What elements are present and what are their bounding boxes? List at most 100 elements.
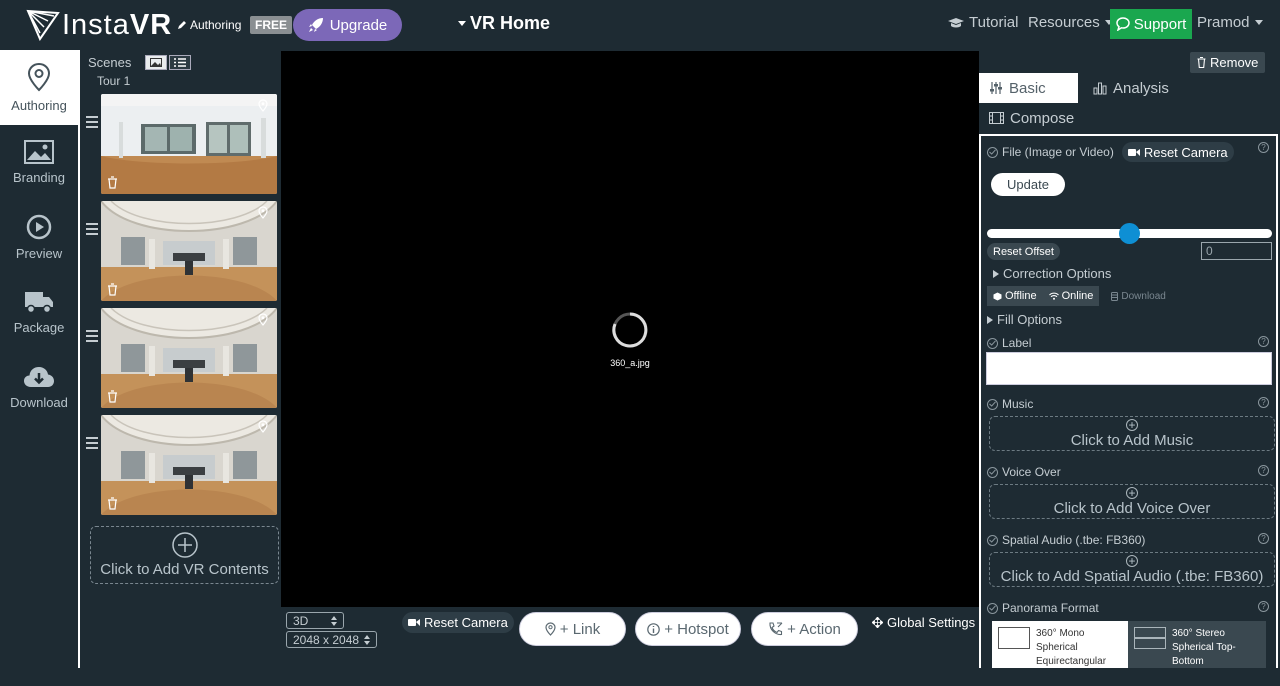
help-icon[interactable]: ? xyxy=(1258,601,1269,612)
info-circle-icon xyxy=(647,622,660,636)
drag-handle-icon[interactable] xyxy=(86,116,98,131)
trash-icon[interactable] xyxy=(107,283,118,296)
bar-chart-icon xyxy=(1093,82,1107,94)
sidebar-item-branding[interactable]: Branding xyxy=(0,125,78,200)
tab-compose[interactable]: Compose xyxy=(979,103,1084,133)
add-link-label: + Link xyxy=(559,620,601,638)
list-icon xyxy=(174,58,187,67)
help-icon[interactable]: ? xyxy=(1258,397,1269,408)
fill-options-toggle[interactable]: Fill Options xyxy=(987,312,1062,327)
tab-basic[interactable]: Basic xyxy=(979,73,1078,103)
scene-thumbnail[interactable] xyxy=(101,308,277,408)
help-icon[interactable]: ? xyxy=(1258,336,1269,347)
upgrade-button[interactable]: Upgrade xyxy=(293,9,402,41)
drag-handle-icon[interactable] xyxy=(86,330,98,345)
drag-handle-icon[interactable] xyxy=(86,437,98,452)
remove-scene-button[interactable]: Remove xyxy=(1190,52,1266,73)
sidebar-item-package[interactable]: Package xyxy=(0,275,78,350)
resources-dropdown[interactable]: Resources xyxy=(1028,14,1113,31)
thumbnail-view-button[interactable] xyxy=(145,55,168,70)
drag-handle-icon[interactable] xyxy=(86,223,98,238)
plus-circle-icon xyxy=(171,532,198,558)
panel-reset-camera-button[interactable]: Reset Camera xyxy=(1121,142,1234,162)
offline-button[interactable]: Offline xyxy=(987,286,1043,306)
resolution-select[interactable]: 2048 x 2048 xyxy=(286,631,377,648)
add-spatial-audio-dropzone[interactable]: + Click to Add Spatial Audio (.tbe: FB36… xyxy=(989,552,1275,587)
offset-input[interactable]: 0 xyxy=(1201,242,1272,260)
add-link-button[interactable]: + Link xyxy=(519,612,626,646)
plus-circle-icon: + xyxy=(1126,554,1138,567)
project-title-dropdown[interactable]: VR Home xyxy=(458,13,550,34)
project-title: VR Home xyxy=(470,13,551,33)
online-button[interactable]: Online xyxy=(1042,286,1100,306)
support-label: Support xyxy=(1133,15,1187,33)
sidebar-item-preview[interactable]: Preview xyxy=(0,200,78,275)
offset-slider[interactable] xyxy=(987,223,1272,244)
update-button[interactable]: Update xyxy=(991,173,1065,196)
scene-thumbnail[interactable] xyxy=(101,415,277,515)
spatial-audio-row: Spatial Audio (.tbe: FB360) xyxy=(987,533,1145,547)
image-icon xyxy=(24,140,54,164)
global-settings-button[interactable]: Global Settings xyxy=(872,615,975,630)
loading-spinner-icon xyxy=(612,312,648,348)
format-option-mono[interactable]: 360° Mono Spherical Equirectangular xyxy=(992,621,1128,668)
trash-icon[interactable] xyxy=(107,390,118,403)
vr-viewer[interactable]: 360_a.jpg xyxy=(281,51,979,607)
panel-reset-camera-label: Reset Camera xyxy=(1143,144,1228,160)
label-row: Label xyxy=(987,336,1031,350)
video-camera-icon xyxy=(1127,148,1140,156)
user-menu[interactable]: Pramod xyxy=(1197,14,1263,31)
caret-down-icon xyxy=(1254,20,1263,25)
add-voice-over-dropzone[interactable]: + Click to Add Voice Over xyxy=(989,484,1275,519)
check-circle-icon xyxy=(987,534,998,546)
help-icon[interactable]: ? xyxy=(1258,533,1269,544)
global-settings-label: Global Settings xyxy=(887,615,976,630)
help-icon[interactable]: ? xyxy=(1258,465,1269,476)
list-view-button[interactable] xyxy=(169,55,192,70)
move-arrows-icon xyxy=(872,617,883,628)
sidebar-item-download[interactable]: Download xyxy=(0,350,78,425)
sidebar-item-label: Branding xyxy=(12,170,66,185)
reset-offset-button[interactable]: Reset Offset xyxy=(987,243,1060,260)
file-row: File (Image or Video) Reset Camera xyxy=(987,142,1234,162)
add-vr-contents-button[interactable]: Click to Add VR Contents xyxy=(90,526,279,584)
check-circle-icon xyxy=(987,337,998,349)
sidebar-item-authoring[interactable]: Authoring xyxy=(0,50,78,125)
basic-settings-body: File (Image or Video) Reset Camera ? Upd… xyxy=(979,134,1278,668)
scene-thumbnail[interactable] xyxy=(101,201,277,301)
map-pin-icon[interactable] xyxy=(258,206,268,219)
support-button[interactable]: Support xyxy=(1110,9,1192,39)
reset-camera-button[interactable]: Reset Camera xyxy=(402,612,514,633)
add-music-dropzone[interactable]: + Click to Add Music xyxy=(989,416,1275,451)
mode-select[interactable]: 3D xyxy=(286,612,344,629)
add-action-button[interactable]: + Action xyxy=(751,612,858,646)
format-option-stereo[interactable]: 360° Stereo Spherical Top-Bottom xyxy=(1128,621,1266,668)
resolution-select-value: 2048 x 2048 xyxy=(293,632,360,647)
map-pin-icon[interactable] xyxy=(258,420,268,433)
authoring-tag-label: Authoring xyxy=(190,18,242,32)
label-input[interactable] xyxy=(986,352,1272,385)
add-spatial-audio-label: Click to Add Spatial Audio (.tbe: FB360) xyxy=(1000,567,1264,585)
offset-slider-knob[interactable] xyxy=(1119,223,1140,244)
music-title: Music xyxy=(1002,397,1034,411)
correction-options-toggle[interactable]: Correction Options xyxy=(993,266,1111,281)
instavr-logo[interactable]: InstaVR xyxy=(26,9,172,41)
map-pin-icon[interactable] xyxy=(258,99,268,112)
reset-camera-label: Reset Camera xyxy=(424,615,508,630)
scene-thumbnail[interactable] xyxy=(101,94,277,194)
online-label: Online xyxy=(1061,290,1094,302)
tutorial-link[interactable]: Tutorial xyxy=(948,14,1018,31)
format-option-label: 360° Stereo Spherical Top-Bottom xyxy=(1172,628,1236,667)
download-link[interactable]: Download xyxy=(1111,291,1166,302)
tab-analysis[interactable]: Analysis xyxy=(1083,73,1179,103)
check-circle-icon xyxy=(987,602,998,614)
spatial-audio-title: Spatial Audio (.tbe: FB360) xyxy=(1002,533,1146,547)
trash-icon[interactable] xyxy=(107,497,118,510)
video-camera-icon xyxy=(408,619,420,626)
truck-icon xyxy=(25,292,53,314)
add-hotspot-button[interactable]: + Hotspot xyxy=(635,612,741,646)
add-music-label: Click to Add Music xyxy=(1070,431,1194,449)
help-icon[interactable]: ? xyxy=(1258,142,1269,153)
map-pin-icon[interactable] xyxy=(258,313,268,326)
trash-icon[interactable] xyxy=(107,176,118,189)
